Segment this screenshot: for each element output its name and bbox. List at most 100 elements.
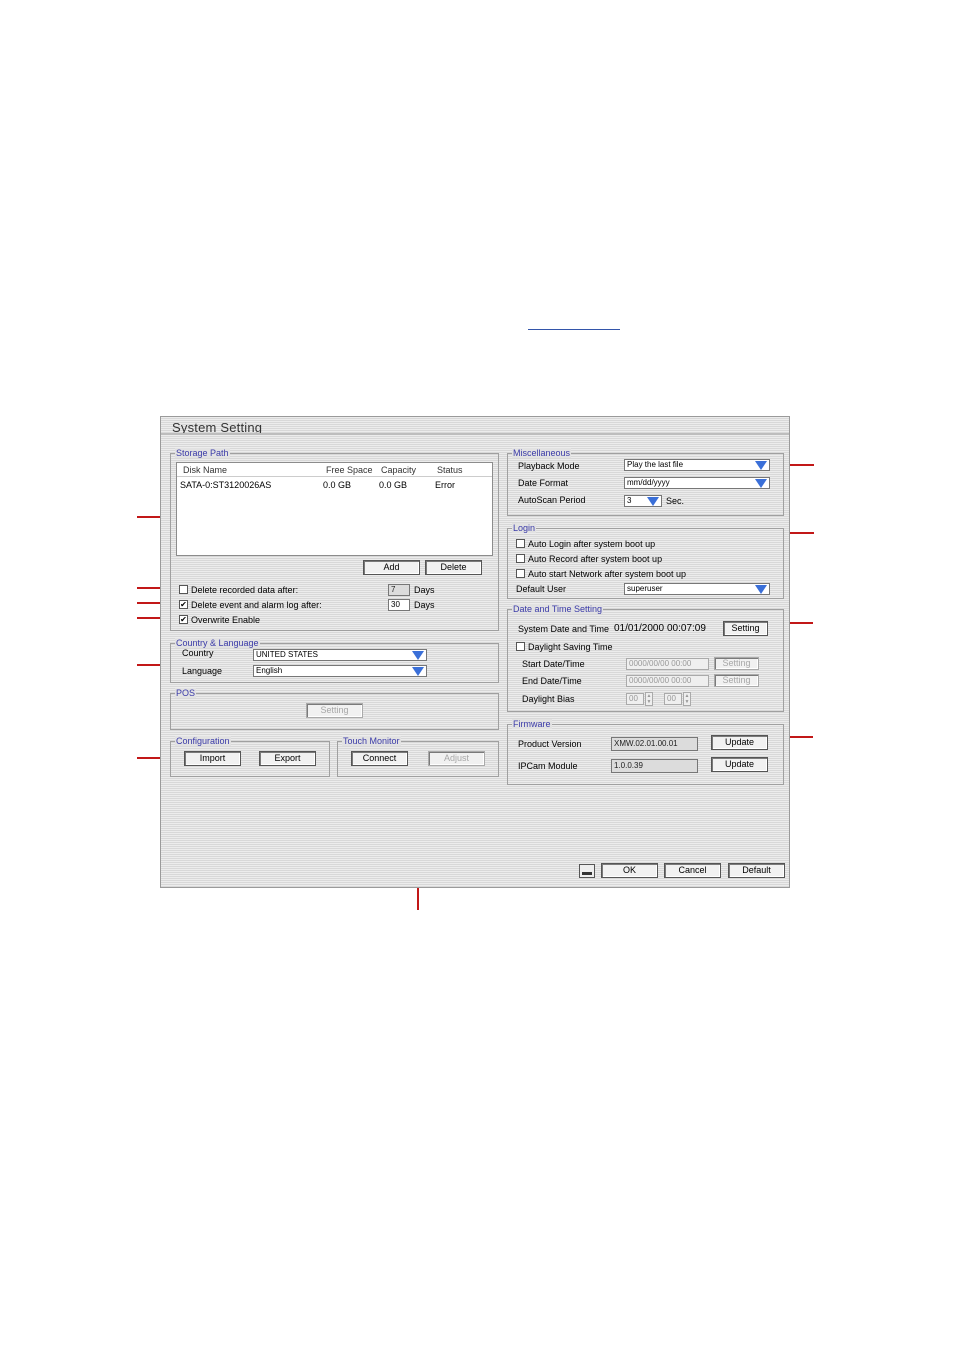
firmware-group: Firmware Product Version XMW.02.01.00.01… — [507, 719, 784, 785]
delete-event-check-mark: ✔ — [180, 600, 187, 609]
touch-monitor-title: Touch Monitor — [342, 736, 401, 746]
delete-button[interactable]: Delete — [425, 560, 482, 575]
pos-group: POS Setting — [170, 688, 499, 730]
chevron-down-icon[interactable] — [755, 479, 767, 488]
overwrite-checkbox[interactable]: ✔ — [179, 615, 188, 624]
dst-checkbox[interactable] — [516, 642, 525, 651]
col-status[interactable]: Status — [437, 465, 463, 475]
autoscan-period-label: AutoScan Period — [518, 495, 586, 505]
cancel-button[interactable]: Cancel — [664, 863, 721, 878]
delete-recorded-label: Delete recorded data after: — [191, 585, 299, 595]
country-label: Country — [182, 648, 214, 658]
capacity-cell[interactable]: 0.0 GB — [379, 480, 407, 490]
storage-path-group: Storage Path Disk Name Free Space Capaci… — [170, 448, 499, 631]
auto-record-label: Auto Record after system boot up — [528, 554, 663, 564]
autoscan-period-value: 3 — [627, 496, 632, 505]
system-datetime-label: System Date and Time — [518, 624, 610, 634]
delete-recorded-days-unit: Days — [414, 585, 435, 595]
configuration-group: Configuration Import Export — [170, 736, 330, 777]
chevron-down-icon[interactable] — [412, 667, 424, 676]
auto-record-checkbox[interactable] — [516, 554, 525, 563]
country-language-title: Country & Language — [175, 638, 260, 648]
overwrite-check-mark: ✔ — [180, 615, 187, 624]
col-capacity[interactable]: Capacity — [381, 465, 416, 475]
miscellaneous-title: Miscellaneous — [512, 448, 572, 458]
language-label: Language — [182, 666, 223, 676]
bias-minutes-spinner[interactable]: ▲ ▼ — [683, 692, 691, 706]
delete-event-days-unit: Days — [414, 600, 435, 610]
delete-recorded-checkbox[interactable] — [179, 585, 188, 594]
col-free-space[interactable]: Free Space — [326, 465, 373, 475]
auto-network-checkbox[interactable] — [516, 569, 525, 578]
bias-minutes-field[interactable]: 00 — [664, 693, 682, 705]
datetime-title: Date and Time Setting — [512, 604, 604, 614]
datetime-group: Date and Time Setting System Date and Ti… — [507, 604, 784, 712]
system-time-value: 00:07:09 — [667, 623, 706, 634]
autoscan-period-select[interactable]: 3 — [624, 495, 662, 507]
language-value: English — [256, 666, 283, 675]
country-language-group: Country & Language Country UNITED STATES… — [170, 638, 499, 683]
login-title: Login — [512, 523, 537, 533]
date-format-value: mm/dd/yyyy — [627, 478, 670, 487]
country-value: UNITED STATES — [256, 650, 318, 659]
connect-button[interactable]: Connect — [351, 751, 408, 766]
end-datetime-field[interactable]: 0000/00/00 00:00 — [626, 675, 709, 687]
system-setting-window: System Setting Storage Path Disk Name Fr… — [160, 416, 790, 888]
delete-event-checkbox[interactable]: ✔ — [179, 600, 188, 609]
firmware-title: Firmware — [512, 719, 552, 729]
default-button[interactable]: Default — [728, 863, 785, 878]
dst-label: Daylight Saving Time — [528, 642, 613, 652]
miscellaneous-group: Miscellaneous Playback Mode Play the las… — [507, 448, 784, 516]
start-setting-button[interactable]: Setting — [714, 657, 759, 670]
date-format-label: Date Format — [518, 478, 569, 488]
end-datetime-label: End Date/Time — [522, 676, 582, 686]
adjust-button[interactable]: Adjust — [428, 751, 485, 766]
import-button[interactable]: Import — [184, 751, 241, 766]
date-format-select[interactable]: mm/dd/yyyy — [624, 477, 770, 489]
chevron-down-icon[interactable] — [755, 461, 767, 470]
add-button[interactable]: Add — [363, 560, 420, 575]
autoscan-unit: Sec. — [666, 496, 685, 506]
disk-name-cell[interactable]: SATA-0:ST3120026AS — [180, 480, 271, 490]
default-user-select[interactable]: superuser — [624, 583, 770, 595]
pos-setting-button[interactable]: Setting — [306, 703, 363, 718]
playback-mode-select[interactable]: Play the last file — [624, 459, 770, 471]
status-cell[interactable]: Error — [435, 480, 455, 490]
hyperlink-underline[interactable] — [528, 329, 620, 330]
auto-network-label: Auto start Network after system boot up — [528, 569, 687, 579]
product-update-button[interactable]: Update — [711, 735, 768, 750]
ipcam-update-button[interactable]: Update — [711, 757, 768, 772]
pos-title: POS — [175, 688, 197, 698]
system-date-value: 01/01/2000 — [614, 623, 665, 634]
delete-recorded-days-field[interactable]: 7 — [388, 584, 410, 596]
language-select[interactable]: English — [253, 665, 427, 677]
export-button[interactable]: Export — [259, 751, 316, 766]
start-datetime-field[interactable]: 0000/00/00 00:00 — [626, 658, 709, 670]
start-datetime-label: Start Date/Time — [522, 659, 585, 669]
col-disk-name[interactable]: Disk Name — [183, 465, 227, 475]
product-version-label: Product Version — [518, 739, 582, 749]
keyboard-icon[interactable] — [579, 864, 595, 878]
disk-list[interactable]: Disk Name Free Space Capacity Status SAT… — [176, 462, 493, 556]
datetime-setting-button[interactable]: Setting — [723, 621, 768, 636]
default-user-label: Default User — [516, 584, 567, 594]
delete-event-label: Delete event and alarm log after: — [191, 600, 322, 610]
auto-login-label: Auto Login after system boot up — [528, 539, 656, 549]
end-setting-button[interactable]: Setting — [714, 674, 759, 687]
delete-event-days-field[interactable]: 30 — [388, 599, 410, 611]
ok-button[interactable]: OK — [601, 863, 658, 878]
country-select[interactable]: UNITED STATES — [253, 649, 427, 661]
chevron-down-icon[interactable] — [647, 497, 659, 506]
bias-hours-field[interactable]: 00 — [626, 693, 644, 705]
playback-mode-value: Play the last file — [627, 460, 684, 469]
chevron-down-icon[interactable] — [755, 585, 767, 594]
overwrite-label: Overwrite Enable — [191, 615, 261, 625]
bias-hours-spinner[interactable]: ▲ ▼ — [645, 692, 653, 706]
product-version-field: XMW.02.01.00.01 — [611, 737, 698, 751]
list-header-divider — [177, 476, 492, 477]
configuration-title: Configuration — [175, 736, 231, 746]
free-space-cell[interactable]: 0.0 GB — [323, 480, 351, 490]
title-separator — [161, 433, 789, 435]
auto-login-checkbox[interactable] — [516, 539, 525, 548]
chevron-down-icon[interactable] — [412, 651, 424, 660]
